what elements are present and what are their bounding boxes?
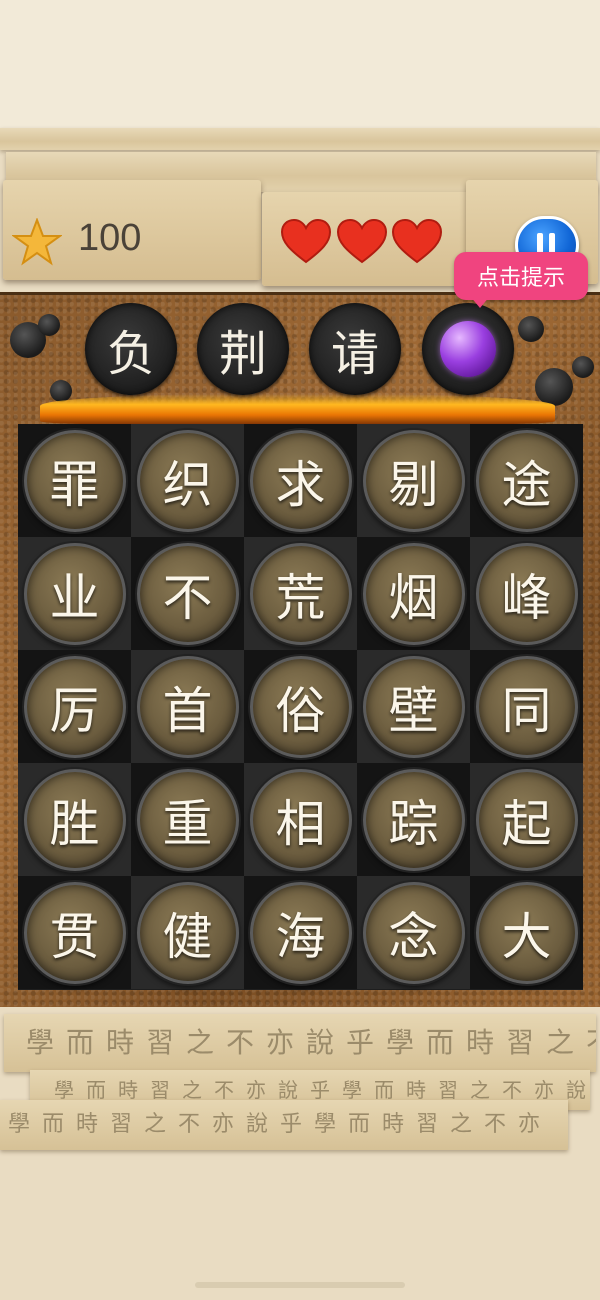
grid-cell: 织 — [131, 424, 244, 537]
character-tile[interactable]: 罪 — [23, 429, 126, 532]
top-margin — [0, 0, 600, 130]
character-tile[interactable]: 烟 — [362, 542, 465, 645]
score-value: 100 — [78, 217, 142, 259]
grid-cell: 剔 — [357, 424, 470, 537]
grid-cell: 途 — [470, 424, 583, 537]
paper-strip-top — [0, 128, 600, 150]
character-tile[interactable]: 厉 — [23, 655, 126, 758]
decor-pebble — [535, 368, 573, 406]
grid-cell: 胜 — [18, 763, 131, 876]
grid-cell: 首 — [131, 650, 244, 763]
character-tile[interactable]: 贯 — [23, 881, 126, 984]
hint-label: 点击提示 — [476, 266, 565, 291]
character-tile[interactable]: 海 — [249, 881, 352, 984]
home-indicator — [195, 1282, 405, 1288]
character-tile[interactable]: 起 — [475, 768, 578, 871]
grid-cell: 相 — [244, 763, 357, 876]
grid-cell: 厉 — [18, 650, 131, 763]
answer-slot-2[interactable]: 荆 — [197, 303, 289, 395]
grid-cell: 海 — [244, 876, 357, 989]
character-tile[interactable]: 重 — [136, 768, 239, 871]
character-tile[interactable]: 业 — [23, 542, 126, 645]
character-tile[interactable]: 相 — [249, 768, 352, 871]
grid-cell: 业 — [18, 537, 131, 650]
answer-slot-4[interactable] — [422, 303, 514, 395]
answer-slot-3[interactable]: 请 — [309, 303, 401, 395]
decor-strip-1: 學而時習之不亦說乎學而時習之不 — [4, 1014, 596, 1072]
heart-icon — [336, 218, 388, 264]
character-tile[interactable]: 途 — [475, 429, 578, 532]
star-icon — [12, 218, 62, 266]
decor-pebble — [518, 316, 544, 342]
character-tile[interactable]: 同 — [475, 655, 578, 758]
answer-slot-1[interactable]: 负 — [85, 303, 177, 395]
hint-orb-icon[interactable] — [440, 321, 496, 377]
heart-icon — [280, 218, 332, 264]
grid-cell: 同 — [470, 650, 583, 763]
grid-cell: 踪 — [357, 763, 470, 876]
grid-cell: 求 — [244, 424, 357, 537]
decor-strip-3: 學而時習之不亦說乎學而時習之不亦 — [0, 1100, 568, 1150]
character-tile[interactable]: 念 — [362, 881, 465, 984]
grid-cell: 荒 — [244, 537, 357, 650]
grid-cell: 大 — [470, 876, 583, 989]
hint-bubble-tail — [470, 296, 490, 308]
character-tile[interactable]: 峰 — [475, 542, 578, 645]
heart-icon — [391, 218, 443, 264]
decor-pebble — [50, 380, 72, 402]
decor-pebble — [38, 314, 60, 336]
grid-cell: 贯 — [18, 876, 131, 989]
character-tile[interactable]: 俗 — [249, 655, 352, 758]
grid-cell: 峰 — [470, 537, 583, 650]
character-tile[interactable]: 荒 — [249, 542, 352, 645]
grid-cell: 念 — [357, 876, 470, 989]
grid-cell: 起 — [470, 763, 583, 876]
grid-cell: 健 — [131, 876, 244, 989]
fire-divider — [40, 394, 555, 424]
character-tile[interactable]: 剔 — [362, 429, 465, 532]
character-tile[interactable]: 踪 — [362, 768, 465, 871]
grid-cell: 不 — [131, 537, 244, 650]
character-tile[interactable]: 织 — [136, 429, 239, 532]
grid-cell: 壁 — [357, 650, 470, 763]
character-tile[interactable]: 壁 — [362, 655, 465, 758]
character-tile[interactable]: 健 — [136, 881, 239, 984]
decor-pebble — [572, 356, 594, 378]
character-tile[interactable]: 不 — [136, 542, 239, 645]
character-tile[interactable]: 大 — [475, 881, 578, 984]
character-tile[interactable]: 求 — [249, 429, 352, 532]
grid-cell: 重 — [131, 763, 244, 876]
grid-cell: 俗 — [244, 650, 357, 763]
character-tile[interactable]: 首 — [136, 655, 239, 758]
hint-button[interactable]: 点击提示 — [454, 252, 588, 300]
grid-cell: 烟 — [357, 537, 470, 650]
grid-cell: 罪 — [18, 424, 131, 537]
character-tile[interactable]: 胜 — [23, 768, 126, 871]
character-grid: 罪织求剔途业不荒烟峰厉首俗壁同胜重相踪起贯健海念大 — [18, 424, 583, 990]
